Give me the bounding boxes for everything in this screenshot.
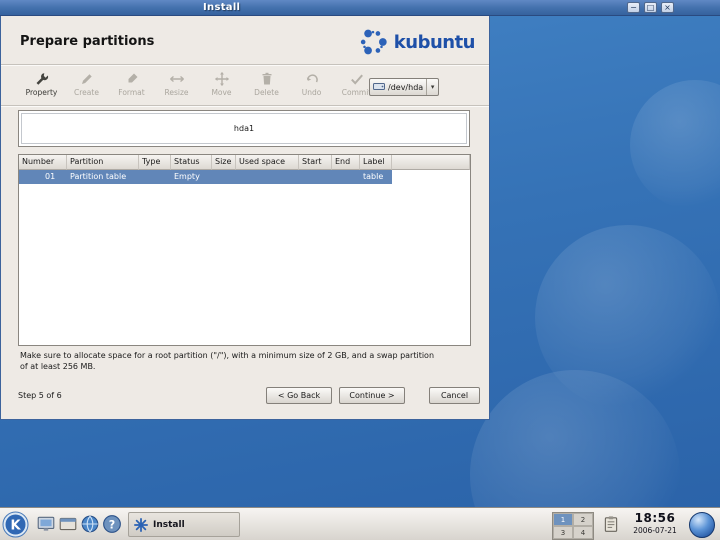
taskbar-task-install[interactable]: Install — [128, 512, 240, 537]
toolbar-delete-button[interactable]: Delete — [244, 69, 289, 103]
partition-bar[interactable]: hda1 — [18, 110, 470, 147]
wallpaper-bubble — [630, 80, 720, 210]
cancel-button[interactable]: Cancel — [429, 387, 480, 404]
window-titlebar[interactable]: Install − □ × — [0, 0, 720, 16]
kmenu-button[interactable]: K — [2, 511, 29, 538]
cell-used-space — [236, 170, 299, 184]
toolbar-resize-button[interactable]: Resize — [154, 69, 199, 103]
partition-table: Number Partition Type Status Size Used s… — [18, 154, 471, 346]
klipper-tray-button[interactable] — [602, 515, 620, 533]
cell-number: 01 — [19, 170, 67, 184]
toolbar: Property Create Format Resize — [19, 69, 379, 103]
task-label: Install — [153, 520, 185, 530]
partition-bar-label: hda1 — [234, 124, 254, 133]
desktop: Install − □ × Prepare partitions — [0, 0, 720, 540]
pager-desktop-1[interactable]: 1 — [553, 513, 573, 526]
globe-icon — [80, 514, 100, 534]
continue-button[interactable]: Continue > — [339, 387, 405, 404]
panel-applet-ball-icon[interactable] — [689, 512, 715, 538]
pager-desktop-3[interactable]: 3 — [553, 526, 573, 539]
panel-clock[interactable]: 18:56 2006-07-21 — [622, 511, 688, 535]
svg-text:K: K — [10, 519, 21, 534]
window-title: Install — [203, 2, 240, 13]
toolbar-undo-button[interactable]: Undo — [289, 69, 334, 103]
install-task-icon — [134, 518, 148, 532]
column-header-number[interactable]: Number — [19, 155, 67, 170]
column-header-status[interactable]: Status — [171, 155, 212, 170]
column-header-start[interactable]: Start — [299, 155, 332, 170]
partition-bar-segment[interactable]: hda1 — [21, 113, 467, 144]
close-button[interactable]: × — [661, 2, 674, 13]
desktop-pager: 1 2 3 4 — [552, 512, 594, 540]
help-icon: ? — [102, 514, 122, 534]
column-header-partition[interactable]: Partition — [67, 155, 139, 170]
pager-desktop-4[interactable]: 4 — [573, 526, 593, 539]
taskbar: K ? — [0, 507, 720, 540]
kubuntu-logo-text: kubuntu — [394, 32, 475, 53]
resize-arrows-icon — [169, 71, 185, 87]
cell-type — [139, 170, 171, 184]
maximize-button[interactable]: □ — [644, 2, 657, 13]
web-browser-button[interactable] — [80, 514, 100, 534]
minimize-button[interactable]: − — [627, 2, 640, 13]
table-row[interactable]: 01 Partition table Empty table — [19, 170, 470, 184]
toolbar-property-button[interactable]: Property — [19, 69, 64, 103]
clock-time: 18:56 — [622, 511, 688, 525]
go-back-button[interactable]: < Go Back — [266, 387, 332, 404]
column-header-type[interactable]: Type — [139, 155, 171, 170]
kubuntu-logo: kubuntu — [356, 26, 475, 58]
wrench-icon — [34, 71, 50, 87]
dropdown-arrow-icon: ▾ — [426, 79, 438, 95]
clock-date: 2006-07-21 — [622, 526, 688, 535]
pencil-icon — [79, 71, 95, 87]
note-line-1: Make sure to allocate space for a root p… — [20, 350, 434, 361]
brush-icon — [124, 71, 140, 87]
trash-icon — [259, 71, 275, 87]
cell-filler — [392, 170, 470, 184]
svg-text:?: ? — [109, 518, 115, 531]
column-header-used-space[interactable]: Used space — [236, 155, 299, 170]
note-text: Make sure to allocate space for a root p… — [20, 350, 434, 372]
kubuntu-logo-icon — [356, 26, 390, 58]
note-line-2: of at least 256 MB. — [20, 361, 434, 372]
column-header-label[interactable]: Label — [360, 155, 392, 170]
harddisk-icon — [373, 81, 385, 94]
move-arrows-icon — [214, 71, 230, 87]
titlebar-buttons: − □ × — [627, 2, 674, 13]
cell-size — [212, 170, 236, 184]
column-header-end[interactable]: End — [332, 155, 360, 170]
toolbar-create-button[interactable]: Create — [64, 69, 109, 103]
toolbar-format-button[interactable]: Format — [109, 69, 154, 103]
undo-arrow-icon — [304, 71, 320, 87]
show-desktop-button[interactable] — [58, 514, 78, 534]
kmenu-icon: K — [2, 511, 29, 538]
cell-end — [332, 170, 360, 184]
desktop-icon — [58, 514, 78, 534]
table-header: Number Partition Type Status Size Used s… — [19, 155, 470, 170]
cell-partition: Partition table — [67, 170, 139, 184]
clipboard-icon — [602, 515, 620, 533]
checkmark-icon — [349, 71, 365, 87]
install-window: Prepare partitions kubuntu — [0, 16, 490, 420]
toolbar-move-button[interactable]: Move — [199, 69, 244, 103]
device-select[interactable]: /dev/hda ▾ — [369, 78, 439, 96]
help-button[interactable]: ? — [102, 514, 122, 534]
step-indicator: Step 5 of 6 — [18, 391, 62, 400]
column-header-filler — [392, 155, 470, 170]
monitor-icon — [36, 514, 56, 534]
cell-label: table — [360, 170, 392, 184]
column-header-size[interactable]: Size — [212, 155, 236, 170]
separator — [1, 64, 489, 66]
cell-status: Empty — [171, 170, 212, 184]
system-button[interactable] — [36, 514, 56, 534]
cell-start — [299, 170, 332, 184]
separator — [1, 105, 489, 107]
pager-desktop-2[interactable]: 2 — [573, 513, 593, 526]
device-select-value: /dev/hda — [388, 83, 423, 92]
page-title: Prepare partitions — [20, 34, 154, 49]
